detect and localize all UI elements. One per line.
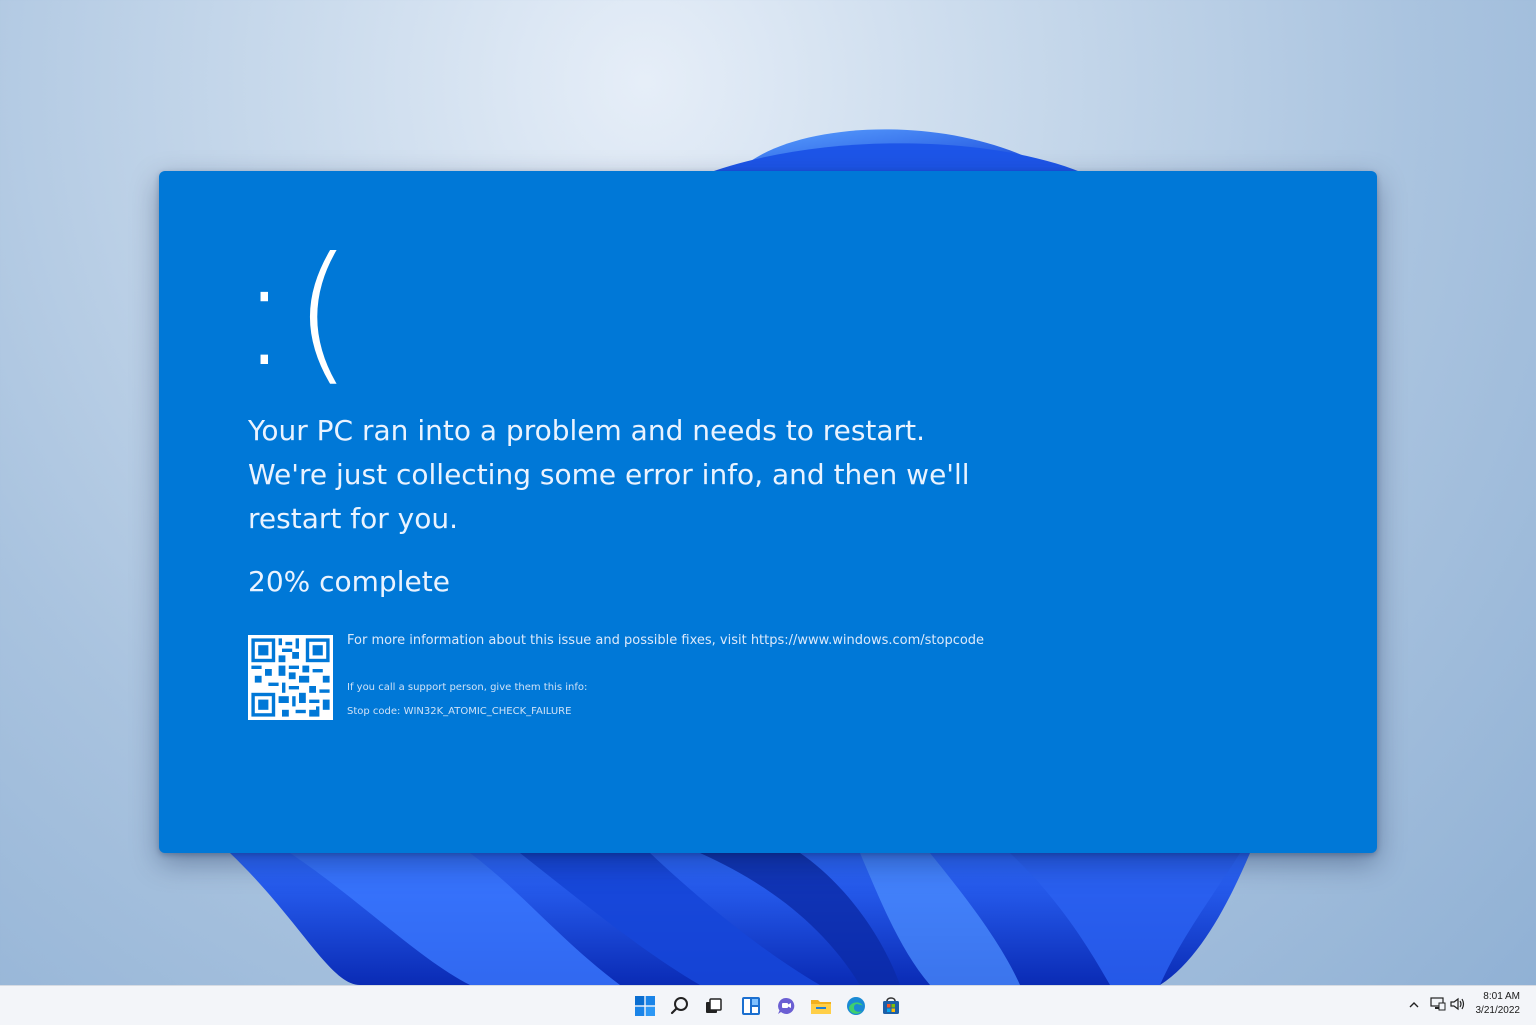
- sad-face: :(: [239, 226, 357, 400]
- bsod-window: :( Your PC ran into a problem and needs …: [159, 171, 1377, 853]
- chevron-up-icon[interactable]: [1408, 996, 1424, 1015]
- support-text: If you call a support person, give them …: [347, 682, 588, 693]
- qr-code-icon: [248, 635, 333, 720]
- network-icon[interactable]: [1430, 996, 1450, 1015]
- stop-code: Stop code: WIN32K_ATOMIC_CHECK_FAILURE: [347, 706, 572, 717]
- file-explorer-icon[interactable]: [808, 993, 834, 1019]
- clock-time: 8:01 AM: [1483, 991, 1520, 1002]
- system-clock[interactable]: 8:01 AM 3/21/2022: [1460, 990, 1521, 1018]
- progress-text: 20% complete: [248, 565, 450, 598]
- teams-chat-icon[interactable]: [773, 993, 799, 1019]
- search-icon[interactable]: [667, 993, 693, 1019]
- stopcode-info-text: For more information about this issue an…: [347, 633, 985, 648]
- microsoft-store-icon[interactable]: [878, 993, 904, 1019]
- taskbar: 8:01 AM 3/21/2022: [0, 985, 1536, 1025]
- edge-browser-icon[interactable]: [843, 993, 869, 1019]
- task-view-icon[interactable]: [701, 993, 727, 1019]
- error-message: Your PC ran into a problem and needs to …: [248, 414, 970, 535]
- widgets-icon[interactable]: [738, 993, 764, 1019]
- clock-date: 3/21/2022: [1475, 1005, 1521, 1016]
- windows-start-icon[interactable]: [632, 993, 658, 1019]
